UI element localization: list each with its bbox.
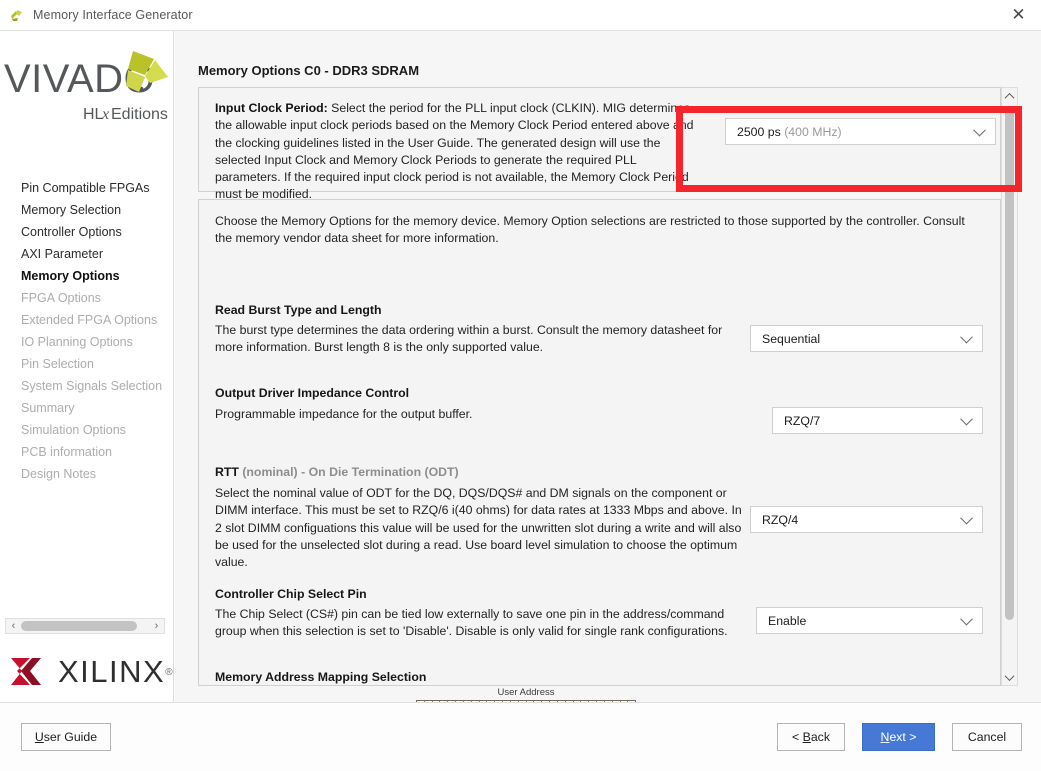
svg-text:x: x: [101, 106, 109, 123]
output-driver-impedance-value: RZQ/7: [784, 413, 821, 428]
input-clock-period-text: Select the period for the PLL input cloc…: [215, 101, 694, 202]
vivado-brand: VIVADO HL x Editions: [0, 31, 174, 143]
scroll-right-arrow[interactable]: ›: [149, 619, 164, 633]
close-icon[interactable]: ✕: [996, 0, 1041, 30]
xilinx-wordmark: XILINX: [58, 654, 166, 689]
next-label: Next >: [880, 730, 917, 744]
memory-options-intro: Choose the Memory Options for the memory…: [215, 214, 965, 246]
read-burst-type-heading: Read Burst Type and Length: [215, 303, 382, 317]
sidebar-item-simulation-options: Simulation Options: [21, 423, 126, 437]
rtt-heading: RTT (nominal) - On Die Termination (ODT): [215, 465, 459, 479]
chevron-down-icon: [960, 412, 973, 425]
registered-mark: ®: [165, 666, 173, 678]
cancel-label: Cancel: [967, 730, 1007, 744]
sidebar-item-axi-parameter[interactable]: AXI Parameter: [0, 243, 174, 265]
content-vertical-scrollbar[interactable]: [1001, 87, 1018, 686]
scroll-up-arrow-icon[interactable]: [1002, 88, 1017, 104]
scroll-down-arrow-icon[interactable]: [1002, 669, 1017, 685]
vivado-logo-icon: [9, 7, 25, 23]
svg-text:HL: HL: [83, 106, 104, 123]
svg-text:Editions: Editions: [111, 106, 168, 123]
sidebar-item-memory-options[interactable]: Memory Options: [0, 265, 174, 287]
scrollbar-thumb[interactable]: [21, 621, 137, 631]
input-clock-period-value: 2500 ps (400 MHz): [737, 124, 842, 139]
input-clock-period-label: Input Clock Period:: [215, 101, 328, 115]
scrollbar-track[interactable]: [21, 619, 149, 633]
controller-chip-select-description: The Chip Select (CS#) pin can be tied lo…: [215, 607, 728, 639]
rtt-heading-bold: RTT: [215, 465, 239, 479]
rtt-description: Select the nominal value of ODT for the …: [215, 486, 742, 570]
rtt-value: RZQ/4: [762, 512, 799, 527]
input-clock-period-panel: Input Clock Period: Select the period fo…: [198, 87, 1001, 201]
read-burst-type-combo[interactable]: Sequential: [750, 325, 983, 352]
back-button[interactable]: < Back: [777, 723, 845, 751]
sidebar: VIVADO HL x Editions Pin Compatible FPGA…: [0, 31, 174, 702]
scroll-left-arrow[interactable]: ‹: [6, 619, 21, 633]
read-burst-type-value: Sequential: [762, 331, 821, 346]
sidebar-item-memory-selection[interactable]: Memory Selection: [0, 199, 174, 221]
input-clock-period-combo[interactable]: 2500 ps (400 MHz): [725, 118, 996, 145]
window-title: Memory Interface Generator: [33, 8, 193, 22]
page-title: Memory Options C0 - DDR3 SDRAM: [198, 63, 420, 78]
xilinx-logo: XILINX ®: [8, 654, 173, 690]
rtt-heading-gray: (nominal) - On Die Termination (ODT): [238, 465, 459, 479]
main-content: Memory Options C0 - DDR3 SDRAM Input Clo…: [175, 31, 1041, 716]
user-address-label: User Address: [497, 687, 555, 698]
title-bar: Memory Interface Generator ✕: [0, 0, 1041, 31]
back-label: < Back: [792, 730, 830, 744]
scrollbar-thumb[interactable]: [1005, 108, 1014, 620]
output-driver-impedance-heading: Output Driver Impedance Control: [215, 386, 410, 400]
user-guide-label: User Guide: [34, 730, 98, 744]
sidebar-item-pin-compatible-fpgas[interactable]: Pin Compatible FPGAs: [0, 177, 174, 199]
sidebar-item-system-signals-selection: System Signals Selection: [21, 379, 163, 393]
chevron-down-icon: [960, 612, 973, 625]
controller-chip-select-combo[interactable]: Enable: [756, 607, 983, 634]
sidebar-item-pin-selection: Pin Selection: [21, 357, 94, 371]
chevron-down-icon: [960, 511, 973, 524]
memory-address-mapping-heading: Memory Address Mapping Selection: [215, 670, 427, 684]
sidebar-horizontal-scrollbar[interactable]: ‹ ›: [5, 618, 165, 634]
next-button[interactable]: Next >: [862, 723, 935, 751]
mig-wizard-window: Memory Interface Generator ✕ VIVADO HL x…: [0, 0, 1041, 771]
sidebar-item-pcb-information: PCB information: [21, 445, 113, 459]
sidebar-item-io-planning-options: IO Planning Options: [21, 335, 133, 349]
controller-chip-select-value: Enable: [768, 613, 807, 628]
input-clock-period-description: Input Clock Period: Select the period fo…: [215, 100, 705, 204]
sidebar-item-summary: Summary: [21, 401, 75, 415]
sidebar-item-fpga-options: FPGA Options: [21, 291, 101, 305]
sidebar-nav: Pin Compatible FPGAs Memory Selection Co…: [0, 177, 174, 485]
output-driver-impedance-combo[interactable]: RZQ/7: [772, 407, 983, 434]
chevron-down-icon: [960, 330, 973, 343]
chevron-down-icon: [973, 123, 986, 136]
controller-chip-select-heading: Controller Chip Select Pin: [215, 587, 367, 601]
xilinx-mark-icon: [11, 658, 41, 685]
rtt-combo[interactable]: RZQ/4: [750, 506, 983, 533]
memory-options-panel: Choose the Memory Options for the memory…: [198, 199, 1001, 686]
sidebar-item-design-notes: Design Notes: [21, 467, 97, 481]
sidebar-item-controller-options[interactable]: Controller Options: [0, 221, 174, 243]
user-guide-button[interactable]: User Guide: [21, 723, 111, 751]
cancel-button[interactable]: Cancel: [952, 723, 1022, 751]
sidebar-item-extended-fpga-options: Extended FPGA Options: [21, 313, 158, 327]
vivado-logo-icon: VIVADO HL x Editions: [4, 51, 168, 123]
read-burst-type-description: The burst type determines the data order…: [215, 323, 723, 355]
output-driver-impedance-description: Programmable impedance for the output bu…: [215, 407, 473, 421]
